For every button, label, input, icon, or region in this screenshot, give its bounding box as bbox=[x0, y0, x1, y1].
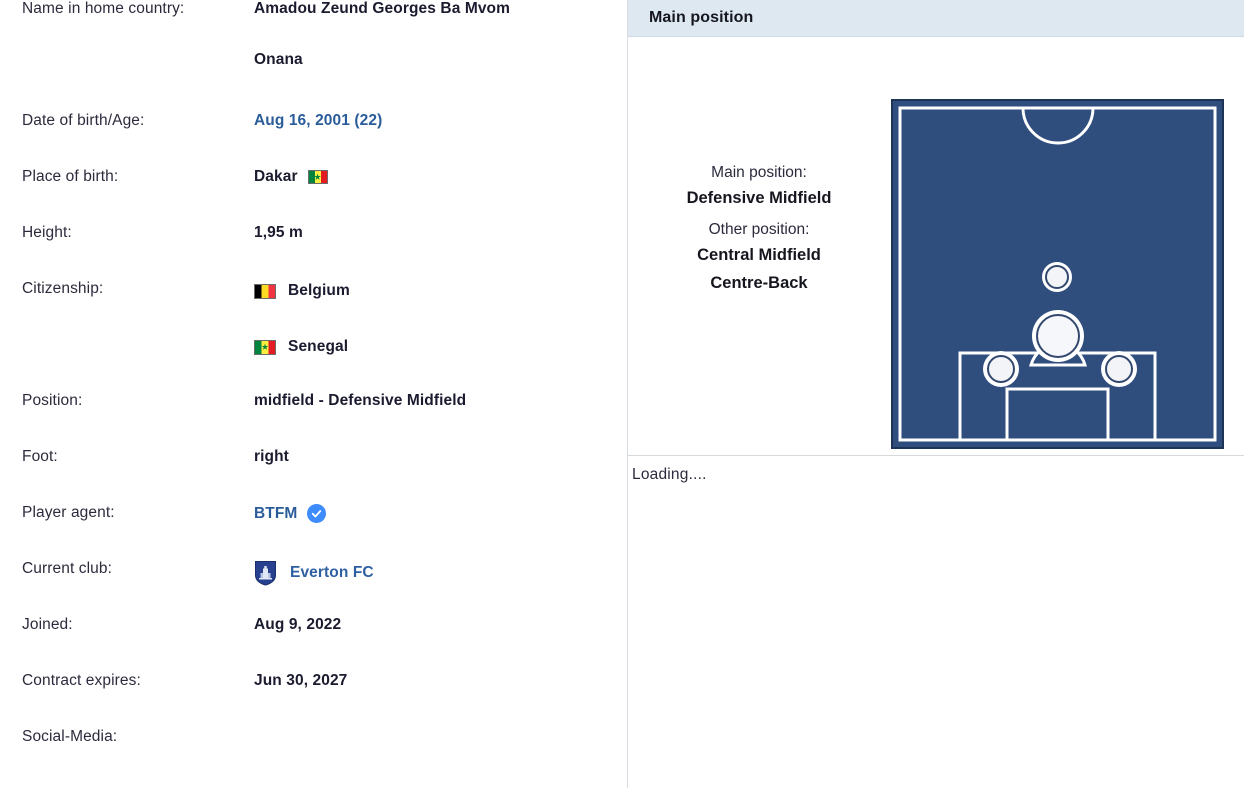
page-title: Main position bbox=[649, 9, 754, 26]
row-label-player-agent: Player agent: bbox=[22, 504, 115, 521]
panel-header-main-position: Main position bbox=[628, 0, 1244, 37]
player-agent-link[interactable]: BTFM bbox=[254, 505, 297, 523]
loading-status: Loading.... bbox=[632, 466, 707, 483]
row-value-position: midfield - Defensive Midfield bbox=[254, 392, 467, 409]
position-summary: Main position: Defensive Midfield Other … bbox=[628, 165, 890, 304]
row-value-citizenship: Belgium Senegal bbox=[254, 280, 627, 392]
table-row: Joined: Aug 9, 2022 bbox=[0, 616, 627, 672]
row-label-joined: Joined: bbox=[22, 616, 73, 633]
defensive-midfield-marker bbox=[1032, 310, 1084, 362]
other-position-value-2: Centre-Back bbox=[710, 274, 808, 292]
row-label-height: Height: bbox=[22, 224, 72, 241]
senegal-flag-icon bbox=[254, 339, 276, 355]
row-value-player-agent: BTFM bbox=[254, 504, 627, 560]
row-label-foot: Foot: bbox=[22, 448, 58, 465]
row-label-social-media: Social-Media: bbox=[22, 728, 118, 745]
centre-back-left-marker bbox=[983, 351, 1019, 387]
table-row: Citizenship: Belgium Senegal bbox=[0, 280, 627, 392]
row-value-social-media bbox=[254, 728, 627, 784]
table-row: Position: midfield - Defensive Midfield bbox=[0, 392, 627, 448]
row-label-contract-expires: Contract expires: bbox=[22, 672, 141, 689]
row-label-current-club: Current club: bbox=[22, 560, 113, 577]
row-label-place-of-birth: Place of birth: bbox=[22, 168, 119, 185]
table-row: Name in home country: Amadou Zeund Georg… bbox=[0, 0, 627, 112]
position-pitch-diagram bbox=[891, 99, 1224, 449]
row-label-date-of-birth: Date of birth/Age: bbox=[22, 112, 145, 129]
row-value-place-of-birth: Dakar bbox=[254, 168, 627, 224]
main-position-value: Defensive Midfield bbox=[686, 188, 832, 207]
date-of-birth-link[interactable]: Aug 16, 2001 (22) bbox=[254, 112, 382, 129]
table-row: Height: 1,95 m bbox=[0, 224, 627, 280]
main-position-caption: Main position: bbox=[711, 164, 807, 181]
centre-back-right-marker bbox=[1101, 351, 1137, 387]
citizenship-entry-senegal: Senegal bbox=[254, 336, 627, 358]
row-value-height: 1,95 m bbox=[254, 224, 303, 241]
verified-icon bbox=[307, 504, 327, 523]
row-value-foot: right bbox=[254, 448, 289, 465]
everton-crest-icon bbox=[254, 560, 277, 586]
place-of-birth-city: Dakar bbox=[254, 168, 298, 185]
row-label-name-in-home-country: Name in home country: bbox=[22, 0, 185, 17]
table-row: Player agent: BTFM bbox=[0, 504, 627, 560]
player-data-panel: Name in home country: Amadou Zeund Georg… bbox=[0, 0, 628, 788]
row-value-name-in-home-country: Amadou Zeund Georges Ba Mvom Onana bbox=[254, 0, 627, 112]
table-row: Current club: Everton FC bbox=[0, 560, 627, 616]
senegal-flag-icon bbox=[307, 170, 328, 184]
player-profile-page: Name in home country: Amadou Zeund Georg… bbox=[0, 0, 1244, 788]
row-value-current-club: Everton FC bbox=[254, 560, 627, 616]
table-row: Place of birth: Dakar bbox=[0, 168, 627, 224]
central-midfield-marker bbox=[1042, 262, 1072, 292]
row-value-contract-expires: Jun 30, 2027 bbox=[254, 672, 348, 689]
citizenship-label-senegal: Senegal bbox=[288, 338, 349, 355]
table-row: Date of birth/Age: Aug 16, 2001 (22) bbox=[0, 112, 627, 168]
main-position-panel: Main position Main position: Defensive M… bbox=[628, 0, 1244, 788]
name-line-2: Onana bbox=[254, 51, 303, 68]
other-position-caption: Other position: bbox=[708, 221, 810, 238]
citizenship-entry-belgium: Belgium bbox=[254, 280, 627, 302]
table-row: Contract expires: Jun 30, 2027 bbox=[0, 672, 627, 728]
current-club-link[interactable]: Everton FC bbox=[290, 564, 374, 582]
row-value-joined: Aug 9, 2022 bbox=[254, 616, 342, 633]
row-label-citizenship: Citizenship: bbox=[22, 280, 104, 297]
table-row: Foot: right bbox=[0, 448, 627, 504]
name-line-1: Amadou Zeund Georges Ba Mvom bbox=[254, 0, 510, 17]
belgium-flag-icon bbox=[254, 283, 276, 299]
table-row: Social-Media: bbox=[0, 728, 627, 784]
row-value-date-of-birth: Aug 16, 2001 (22) bbox=[254, 112, 627, 168]
row-label-position: Position: bbox=[22, 392, 83, 409]
player-data-table: Name in home country: Amadou Zeund Georg… bbox=[0, 0, 627, 784]
other-position-value-1: Central Midfield bbox=[697, 245, 821, 264]
citizenship-label-belgium: Belgium bbox=[288, 282, 350, 299]
position-body: Main position: Defensive Midfield Other … bbox=[628, 37, 1244, 455]
